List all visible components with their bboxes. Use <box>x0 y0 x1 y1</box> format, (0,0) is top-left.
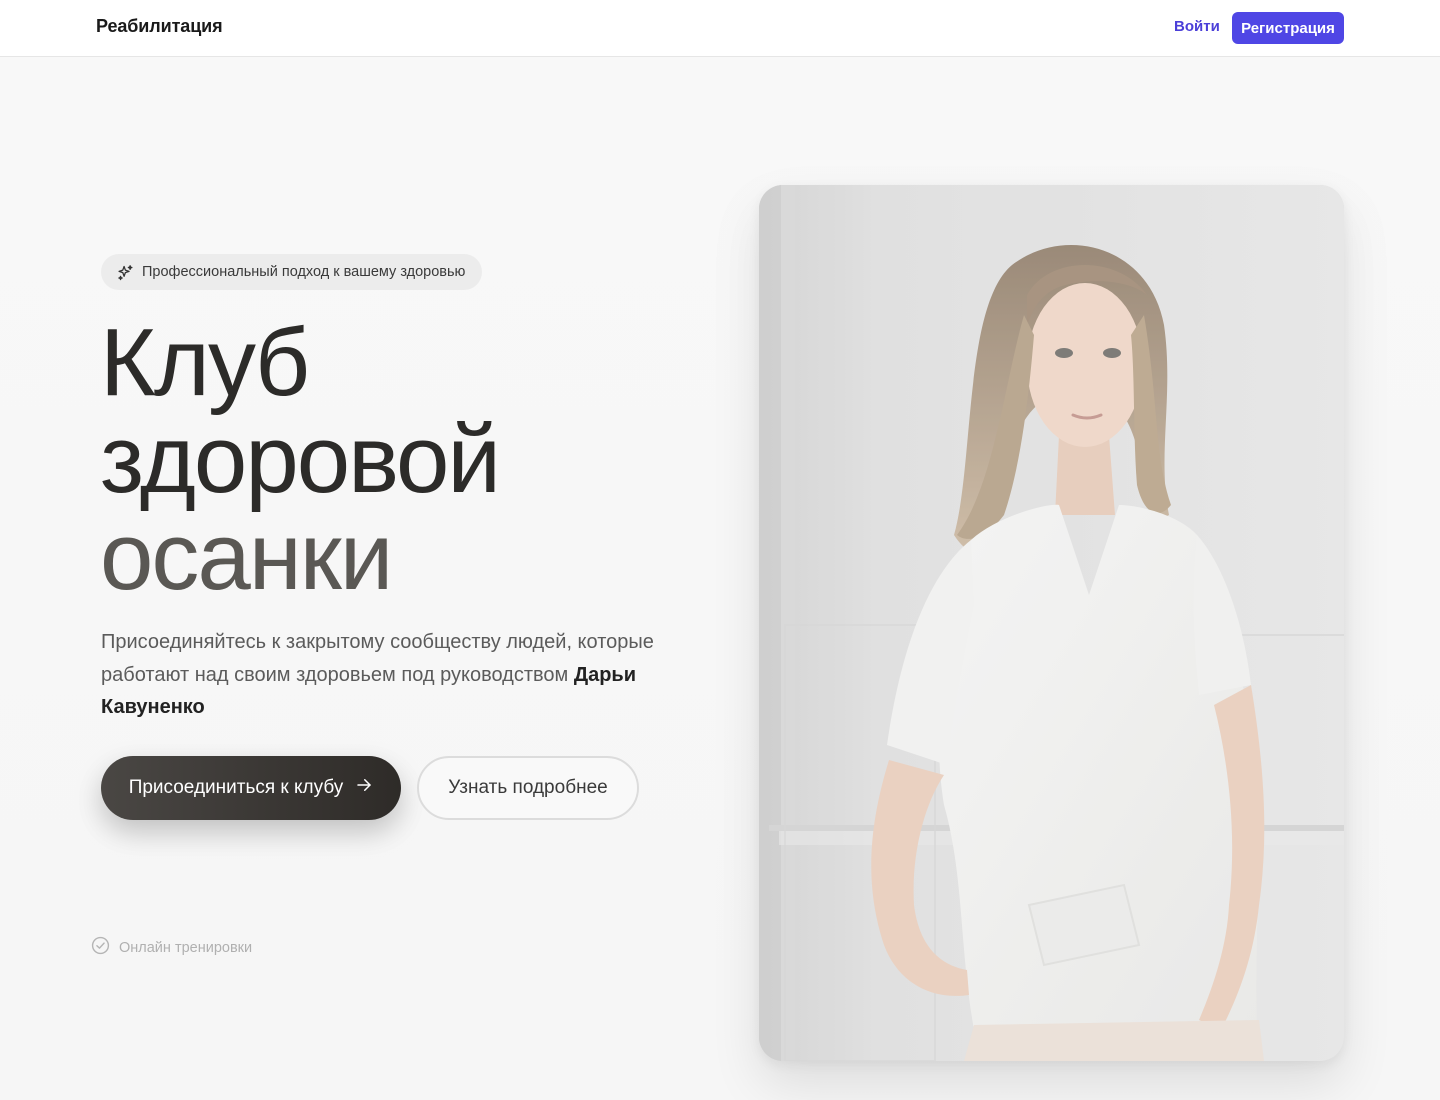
hero-description: Присоединяйтесь к закрытому сообществу л… <box>101 626 681 724</box>
top-navigation: Реабилитация Войти Регистрация <box>0 0 1440 57</box>
hero-description-text: Присоединяйтесь к закрытому сообществу л… <box>101 631 654 686</box>
trainer-photo-illustration <box>759 185 1344 1061</box>
check-circle-icon <box>91 936 110 959</box>
hero-title-line-1: Клуб <box>100 309 310 416</box>
sparkles-icon <box>117 264 134 281</box>
feature-item: Онлайн тренировки <box>91 936 252 959</box>
arrow-right-icon <box>355 776 373 800</box>
login-link[interactable]: Войти <box>1174 18 1220 35</box>
join-club-label: Присоединиться к клубу <box>128 777 344 798</box>
hero-title-line-2: здоровой <box>100 406 501 513</box>
page: Реабилитация Войти Регистрация Профессио… <box>0 0 1440 1100</box>
learn-more-button[interactable]: Узнать подробнее <box>417 756 639 820</box>
join-club-button[interactable]: Присоединиться к клубу <box>101 756 401 820</box>
hero-badge: Профессиональный подход к вашему здоровь… <box>101 254 482 290</box>
brand-logo-text[interactable]: Реабилитация <box>96 16 223 37</box>
feature-text: Онлайн тренировки <box>119 939 253 956</box>
trainer-photo <box>759 185 1344 1061</box>
hero-title: Клуб здоровой осанки <box>100 309 501 610</box>
hero-title-line-3: осанки <box>100 503 393 610</box>
hero-badge-text: Профессиональный подход к вашему здоровь… <box>142 264 466 280</box>
register-button[interactable]: Регистрация <box>1232 12 1344 44</box>
